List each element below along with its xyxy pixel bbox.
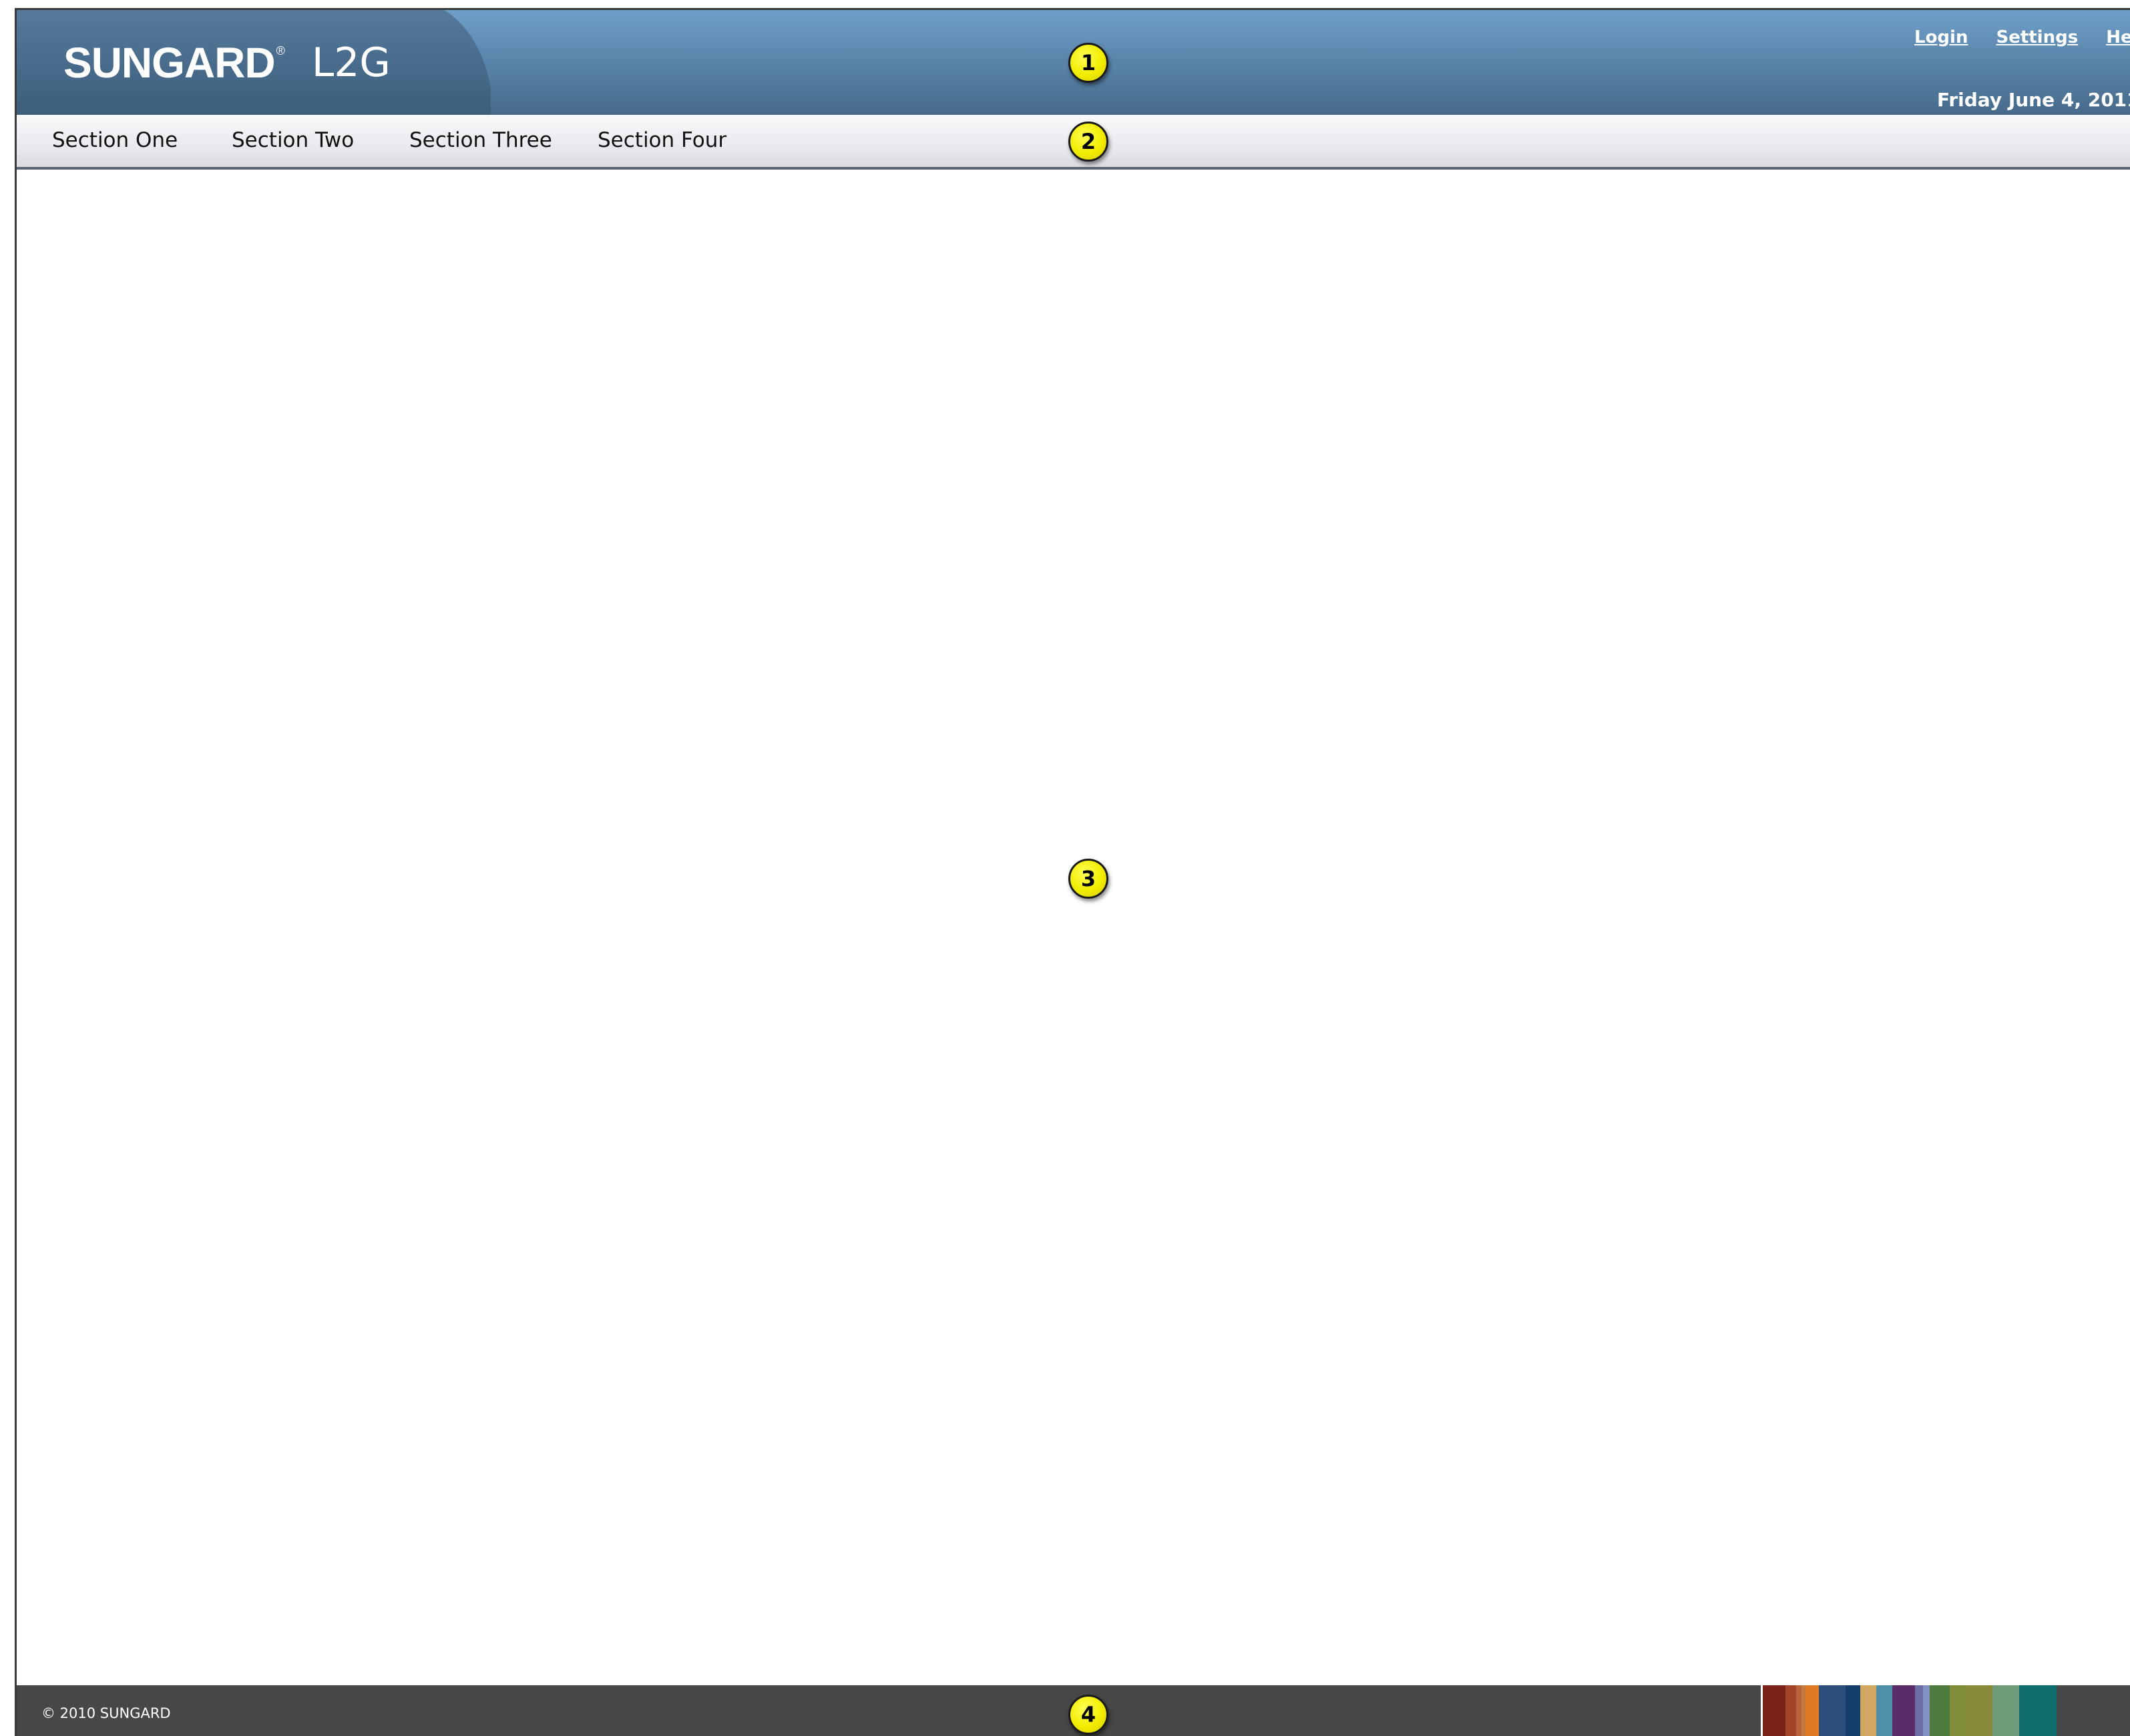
callout-marker-1: 1 [1068, 43, 1108, 83]
help-link[interactable]: Help [2106, 27, 2130, 47]
logo-registered-mark: ® [276, 44, 285, 57]
footer-color-bar [1763, 1685, 1785, 1736]
footer-color-bar [1992, 1685, 2019, 1736]
copyright-text: © 2010 SUNGARD [41, 1705, 171, 1721]
footer-color-bar [1966, 1685, 1992, 1736]
main-content-area [17, 170, 2130, 1685]
logo-brand: SUNGARD [63, 39, 276, 87]
footer-color-bar [1860, 1685, 1876, 1736]
callout-marker-3: 3 [1068, 859, 1108, 899]
settings-link[interactable]: Settings [1996, 27, 2078, 47]
footer-color-bar [1805, 1685, 1819, 1736]
footer-color-bar [1915, 1685, 1923, 1736]
logo[interactable]: SUNGARD ® L2G [63, 33, 391, 93]
footer-color-bars [1761, 1685, 2057, 1736]
footer-color-bar [1892, 1685, 1915, 1736]
callout-marker-4: 4 [1068, 1695, 1108, 1735]
nav-item-section-four[interactable]: Section Four [598, 128, 726, 152]
login-link[interactable]: Login [1914, 27, 1968, 47]
header-links: Login Settings Help [1914, 27, 2130, 47]
footer-color-bar [1796, 1685, 1801, 1736]
callout-marker-2: 2 [1068, 122, 1108, 162]
nav-item-section-two[interactable]: Section Two [232, 128, 354, 152]
footer-color-bar [1930, 1685, 1950, 1736]
footer-color-bar [1876, 1685, 1892, 1736]
footer-color-bar [2019, 1685, 2057, 1736]
footer-color-bar [1846, 1685, 1860, 1736]
callout-number: 1 [1080, 50, 1096, 75]
footer-color-bar [1950, 1685, 1966, 1736]
footer-color-bar [1819, 1685, 1846, 1736]
callout-number: 2 [1080, 129, 1096, 154]
footer-color-bar [1923, 1685, 1930, 1736]
callout-number: 3 [1080, 866, 1096, 891]
header-date: Friday June 4, 2011 [1937, 89, 2130, 111]
page: SUNGARD ® L2G Login Settings Help Friday… [0, 0, 2130, 1736]
nav-item-section-one[interactable]: Section One [52, 128, 178, 152]
logo-product-name: L2G [311, 39, 391, 86]
footer-color-bar [1785, 1685, 1796, 1736]
callout-number: 4 [1080, 1702, 1096, 1727]
nav-item-section-three[interactable]: Section Three [409, 128, 552, 152]
